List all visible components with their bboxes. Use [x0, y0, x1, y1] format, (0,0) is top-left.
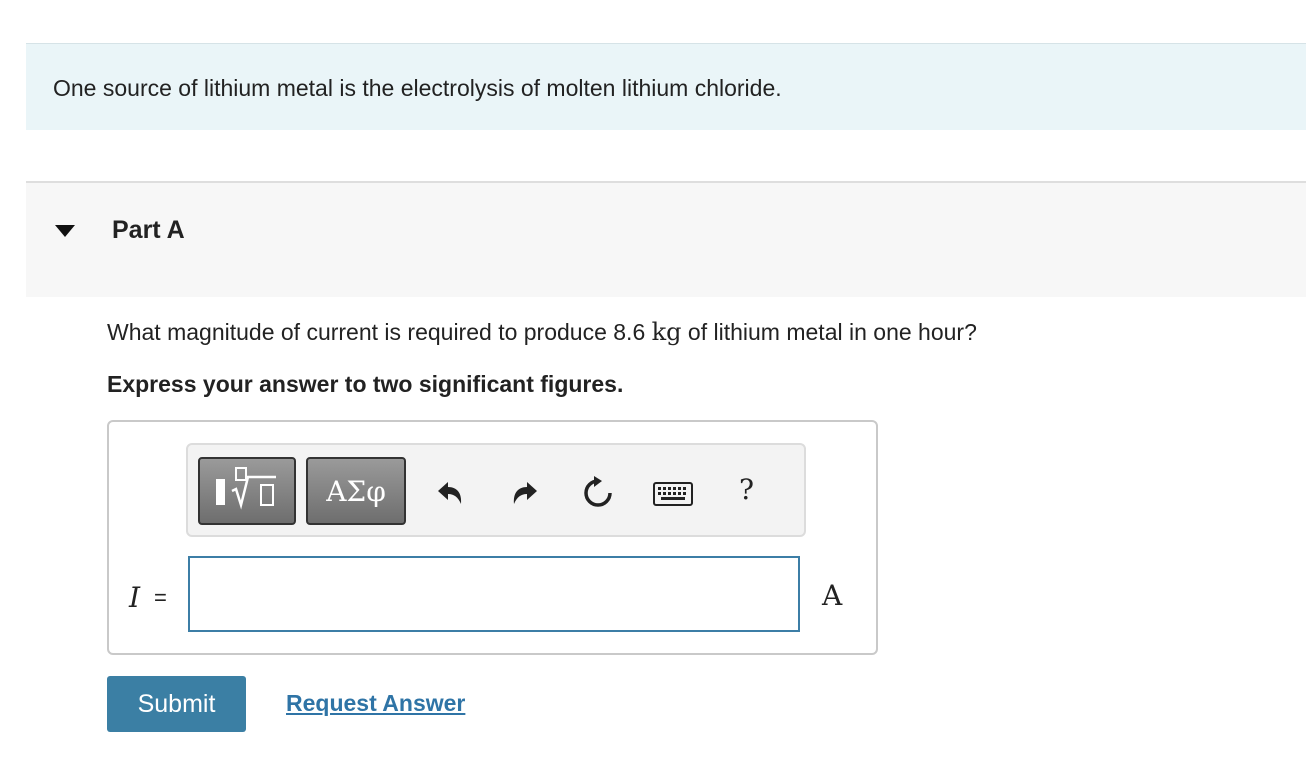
- math-toolbar: ΑΣφ ?: [186, 443, 806, 537]
- question-unit: kg: [651, 318, 682, 346]
- reset-icon[interactable]: [580, 475, 616, 511]
- redo-icon[interactable]: [509, 476, 543, 510]
- answer-unit: A: [822, 579, 843, 612]
- undo-icon[interactable]: [432, 476, 466, 510]
- answer-input[interactable]: [188, 556, 800, 632]
- templates-icon: [216, 467, 276, 510]
- templates-button[interactable]: [198, 457, 296, 525]
- help-icon[interactable]: ?: [739, 473, 754, 506]
- request-answer-link[interactable]: Request Answer: [286, 690, 465, 717]
- answer-variable: I: [129, 581, 141, 614]
- submit-button[interactable]: Submit: [107, 676, 246, 732]
- part-title: Part A: [112, 216, 185, 244]
- greek-symbols-button[interactable]: ΑΣφ: [306, 457, 406, 525]
- part-header[interactable]: Part A: [26, 181, 1306, 297]
- intro-banner: One source of lithium metal is the elect…: [26, 43, 1306, 130]
- question-text: What magnitude of current is required to…: [107, 318, 977, 346]
- answer-instruction: Express your answer to two significant f…: [107, 371, 624, 397]
- keyboard-icon[interactable]: [653, 482, 693, 506]
- greek-symbols-label: ΑΣφ: [326, 475, 386, 508]
- question-text-before: What magnitude of current is required to…: [107, 319, 652, 345]
- answer-equals: =: [154, 585, 167, 610]
- caret-down-icon[interactable]: [55, 225, 75, 237]
- answer-box: ΑΣφ ? I = A: [107, 420, 878, 655]
- intro-text: One source of lithium metal is the elect…: [53, 75, 782, 101]
- question-text-after: of lithium metal in one hour?: [681, 319, 977, 345]
